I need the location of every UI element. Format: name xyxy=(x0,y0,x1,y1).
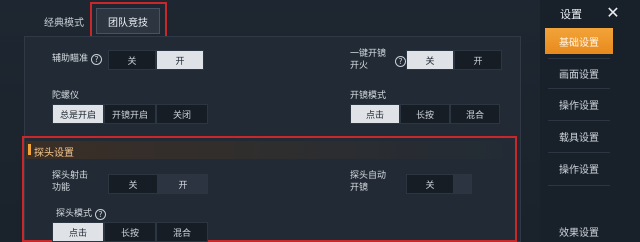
peek-mode-selector[interactable]: 点击 长按 混合 xyxy=(52,222,208,242)
peek-shoot-label: 探头射击 功能 xyxy=(52,171,89,193)
peek-shoot-off[interactable]: 关 xyxy=(108,174,158,194)
gyro-selector[interactable]: 总是开启 开镜开启 关闭 xyxy=(52,104,208,124)
tab-classic-mode[interactable]: 经典模式 xyxy=(38,8,90,34)
sidebar-divider xyxy=(548,152,610,153)
sidebar-item-graphics[interactable]: 画面设置 xyxy=(545,60,613,86)
gyro-scope[interactable]: 开镜开启 xyxy=(104,104,156,124)
help-icon: ? xyxy=(95,209,107,220)
peek-shoot-on[interactable]: 开 xyxy=(158,174,208,194)
gyro-off[interactable]: 关闭 xyxy=(156,104,208,124)
aim-assist-off[interactable]: 关 xyxy=(108,50,156,70)
sidebar-item-vehicle[interactable]: 载具设置 xyxy=(545,123,613,149)
sidebar-item-controls[interactable]: 操作设置 xyxy=(545,91,613,117)
gyro-always[interactable]: 总是开启 xyxy=(52,104,104,124)
scope-fire-toggle[interactable]: 关 开 xyxy=(406,50,502,70)
aim-assist-toggle[interactable]: 关 开 xyxy=(108,50,204,70)
sidebar-divider xyxy=(548,58,610,59)
scope-mode-mixed[interactable]: 混合 xyxy=(450,104,500,124)
help-icon: ? xyxy=(91,54,103,65)
peek-mode-mixed[interactable]: 混合 xyxy=(156,222,208,242)
scope-mode-label: 开镜模式 xyxy=(350,91,387,101)
sidebar-divider xyxy=(548,185,610,186)
peek-auto-scope-toggle[interactable]: 关 xyxy=(406,174,472,194)
peek-mode-tap[interactable]: 点击 xyxy=(52,222,104,242)
close-icon[interactable]: ✕ xyxy=(603,2,623,22)
aim-assist-label: 辅助瞄准? xyxy=(52,53,103,65)
gyro-label: 陀螺仪 xyxy=(52,91,80,101)
aim-assist-on[interactable]: 开 xyxy=(156,50,204,70)
scope-mode-selector[interactable]: 点击 长按 混合 xyxy=(350,104,500,124)
peek-mode-label: 探头模式? xyxy=(56,208,107,220)
sidebar-item-basic[interactable]: 基础设置 xyxy=(545,28,613,54)
peek-auto-scope-on[interactable] xyxy=(454,174,472,194)
peek-shoot-toggle[interactable]: 关 开 xyxy=(108,174,208,194)
scope-mode-tap[interactable]: 点击 xyxy=(350,104,400,124)
sidebar-title: 设置 xyxy=(560,8,582,21)
peek-mode-hold[interactable]: 长按 xyxy=(104,222,156,242)
scope-fire-label: 一键开镜 开火 xyxy=(350,49,387,71)
sidebar-item-effects[interactable]: 效果设置 xyxy=(545,218,613,242)
scope-fire-off[interactable]: 关 xyxy=(406,50,454,70)
peek-auto-scope-label: 探头自动 开镜 xyxy=(350,171,387,193)
sidebar-divider xyxy=(548,88,610,89)
peek-auto-scope-off[interactable]: 关 xyxy=(406,174,454,194)
sidebar-divider xyxy=(548,120,610,121)
scope-fire-on[interactable]: 开 xyxy=(454,50,502,70)
help-icon: ? xyxy=(395,56,406,67)
scope-mode-hold[interactable]: 长按 xyxy=(400,104,450,124)
sidebar-item-controls-2[interactable]: 操作设置 xyxy=(545,155,613,181)
